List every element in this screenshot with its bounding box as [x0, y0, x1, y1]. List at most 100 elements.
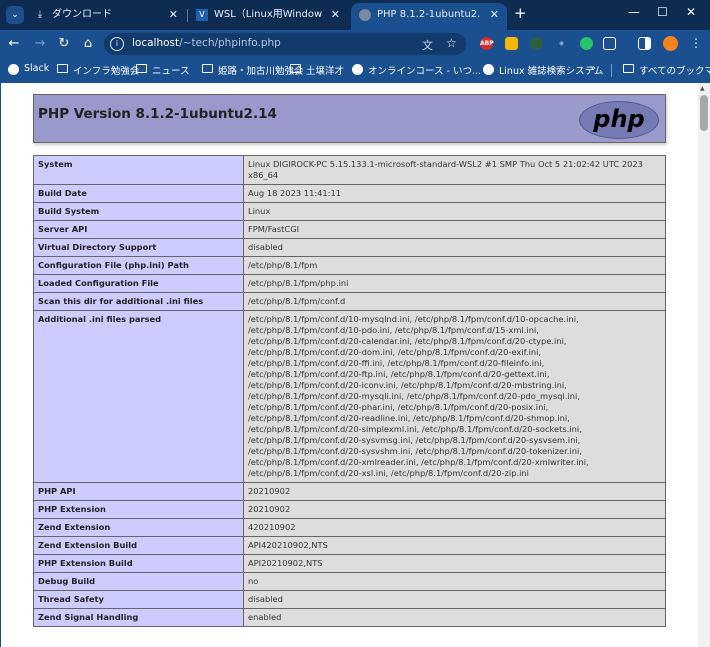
folder-icon [57, 64, 68, 73]
row-key: System [33, 155, 244, 185]
close-window-button[interactable]: ✕ [686, 5, 696, 19]
close-tab-icon[interactable]: ✕ [485, 3, 499, 27]
forward-button[interactable]: → [32, 36, 48, 51]
bookmark-folder[interactable]: 姫路・加古川勉強会 [202, 63, 304, 77]
more-bookmarks-button[interactable]: » [590, 63, 596, 74]
row-value: 20210902 [243, 500, 666, 519]
row-key: Build System [33, 202, 244, 221]
table-row: PHP Extension Build API20210902,NTS [33, 554, 666, 573]
value-line: disabled [248, 594, 283, 604]
tab-search-button[interactable]: ⌄ [6, 6, 24, 24]
bookmark-label: ニュース [152, 66, 190, 77]
close-tab-icon[interactable]: ✕ [326, 3, 340, 27]
value-line: enabled [248, 612, 282, 622]
bookmark-online-course[interactable]: オンラインコース - いつ... [352, 63, 481, 77]
bookmarks-bar: Slack インフラ勉強会 ニュース 姫路・加古川勉強会 土壌洋才 オンラインコ… [0, 58, 710, 83]
table-row: Virtual Directory Support disabled [33, 238, 666, 257]
value-line: /etc/php/8.1/fpm/conf.d/20-ffi.ini, /etc… [248, 358, 545, 368]
table-row: Debug Build no [33, 572, 666, 591]
back-button[interactable]: ← [6, 36, 22, 51]
bookmark-folder[interactable]: ニュース [136, 63, 190, 77]
value-line: /etc/php/8.1/fpm/conf.d/20-phar.ini, /et… [248, 402, 549, 412]
row-value: API20210902,NTS [243, 554, 666, 573]
row-key: Configuration File (php.ini) Path [33, 256, 244, 275]
home-button[interactable]: ⌂ [80, 36, 96, 51]
row-value: disabled [243, 238, 666, 257]
value-line: /etc/php/8.1/fpm/conf.d/20-calendar.ini,… [248, 336, 567, 346]
row-value: /etc/php/8.1/fpm/php.ini [243, 274, 666, 293]
bookmark-folder[interactable]: 土壌洋才 [290, 63, 344, 77]
minimize-button[interactable]: — [628, 5, 640, 19]
keep-extension-icon[interactable] [505, 37, 518, 50]
value-line: /etc/php/8.1/fpm/conf.d/10-mysqlnd.ini, … [248, 314, 579, 324]
value-line: /etc/php/8.1/fpm/conf.d/20-sysvshm.ini, … [248, 446, 582, 456]
wsl-icon: V [196, 9, 208, 21]
table-row: Scan this dir for additional .ini files /… [33, 292, 666, 311]
table-row: Build System Linux [33, 202, 666, 221]
adblock-icon[interactable]: ABP [480, 37, 494, 50]
bookmark-linux-search[interactable]: Linux 雑誌検索システム [483, 63, 603, 77]
row-value: API420210902,NTS [243, 536, 666, 555]
bookmark-folder[interactable]: インフラ勉強会 [57, 63, 139, 77]
value-line: 20210902 [248, 486, 291, 496]
row-key: Zend Extension [33, 518, 244, 537]
table-row: Zend Extension 420210902 [33, 518, 666, 537]
value-line: /etc/php/8.1/fpm/conf.d/20-mysqli.ini, /… [248, 391, 580, 401]
globe-icon [352, 64, 363, 75]
address-bar[interactable]: i localhost/~tech/phpinfo.php ⽂ ☆ [104, 33, 466, 55]
value-line: /etc/php/8.1/fpm/conf.d/20-ftp.ini, /etc… [248, 369, 550, 379]
scrollbar-thumb[interactable] [700, 95, 708, 131]
bookmark-label: Slack [24, 63, 50, 74]
value-line: FPM/FastCGI [248, 224, 300, 234]
row-value: 20210902 [243, 482, 666, 501]
profile-avatar[interactable] [663, 36, 678, 51]
tab-downloads[interactable]: ⤓ ダウンロード ✕ [26, 3, 186, 30]
extensions-puzzle-icon[interactable] [603, 37, 616, 50]
eye-extension-icon[interactable]: ◉ [555, 37, 568, 50]
value-line: /etc/php/8.1/fpm/conf.d/20-iconv.ini, /e… [248, 380, 567, 390]
bookmark-label: インフラ勉強会 [73, 66, 140, 77]
value-line: x86_64 [248, 170, 279, 180]
row-value: Linux [243, 202, 666, 221]
phpinfo-header: PHP Version 8.1.2-1ubuntu2.14 php [33, 94, 666, 143]
all-bookmarks-folder[interactable]: すべてのブックマーク [623, 63, 710, 77]
php-logo[interactable]: php [579, 101, 659, 139]
url-path: /~tech/phpinfo.php [179, 37, 281, 49]
new-tab-button[interactable]: + [514, 4, 527, 22]
row-key: Virtual Directory Support [33, 238, 244, 257]
divider [611, 64, 612, 77]
translate-icon[interactable]: ⽂ [422, 37, 433, 53]
value-line: Linux [248, 206, 271, 216]
row-key: PHP Extension [33, 500, 244, 519]
bookmark-slack[interactable]: Slack [8, 63, 50, 75]
url-text[interactable]: localhost/~tech/phpinfo.php [132, 37, 281, 49]
extension-icon[interactable] [530, 37, 543, 50]
row-value: no [243, 572, 666, 591]
row-key: PHP Extension Build [33, 554, 244, 573]
value-line: /etc/php/8.1/fpm [248, 260, 318, 270]
menu-icon[interactable]: ⋮ [688, 36, 704, 50]
reload-button[interactable]: ↻ [56, 36, 72, 51]
tab-wsl[interactable]: V WSL（Linux用Windowsサブシステム ✕ [188, 3, 348, 30]
value-line: API20210902,NTS [248, 558, 323, 568]
table-row: Additional .ini files parsed/etc/php/8.1… [33, 310, 666, 483]
value-line: Aug 18 2023 11:41:11 [248, 188, 342, 198]
scroll-up-icon[interactable]: ▲ [700, 85, 705, 92]
value-line: disabled [248, 242, 283, 252]
scrollbar[interactable]: ▲ [698, 83, 710, 647]
row-value: /etc/php/8.1/fpm/conf.d/10-mysqlnd.ini, … [243, 310, 666, 483]
table-row: Zend Extension Build API420210902,NTS [33, 536, 666, 555]
tab-phpinfo[interactable]: PHP 8.1.2-1ubuntu2.14 - phpinfo ✕ [351, 3, 507, 30]
extension-icon[interactable] [580, 37, 593, 50]
maximize-button[interactable]: ☐ [657, 5, 668, 19]
side-panel-icon[interactable] [638, 37, 651, 50]
download-icon: ⤓ [37, 9, 43, 20]
bookmark-label: オンラインコース - いつ... [368, 66, 482, 77]
table-row: Build Date Aug 18 2023 11:41:11 [33, 184, 666, 203]
bookmark-star-icon[interactable]: ☆ [446, 36, 457, 50]
table-row: System Linux DIGIROCK-PC 5.15.133.1-micro… [33, 155, 666, 185]
site-info-icon[interactable]: i [110, 37, 124, 51]
value-line: /etc/php/8.1/fpm/conf.d/20-readline.ini,… [248, 413, 570, 423]
globe-icon [359, 9, 371, 21]
close-tab-icon[interactable]: ✕ [169, 3, 178, 27]
